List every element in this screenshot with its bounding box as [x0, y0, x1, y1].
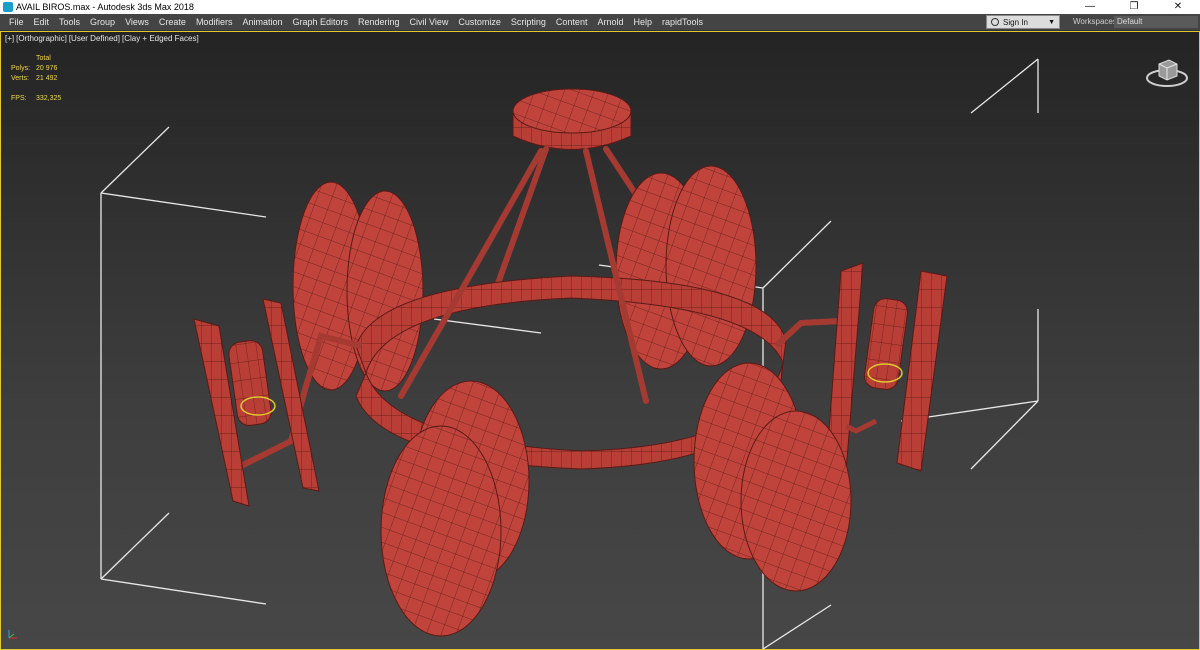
front-shade-right — [693, 362, 852, 592]
menu-items: File Edit Tools Group Views Create Modif… — [4, 14, 708, 30]
menu-group[interactable]: Group — [85, 14, 120, 30]
back-shade-right — [615, 165, 757, 370]
menu-rapidtools[interactable]: rapidTools — [657, 14, 708, 30]
sign-in-dropdown[interactable]: Sign In ▼ — [986, 15, 1060, 29]
front-rods — [398, 148, 649, 404]
viewcube-icon[interactable] — [1145, 56, 1189, 90]
sign-in-label: Sign In — [1003, 18, 1028, 27]
scene-view — [100, 58, 1039, 649]
minimize-button[interactable]: — — [1068, 0, 1112, 14]
menu-rendering[interactable]: Rendering — [353, 14, 405, 30]
menu-customize[interactable]: Customize — [453, 14, 506, 30]
chevron-down-icon: ▼ — [1048, 19, 1055, 26]
workspaces-select[interactable]: Default — [1114, 16, 1198, 28]
3ds-max-icon — [3, 2, 13, 12]
menu-content[interactable]: Content — [551, 14, 593, 30]
menu-tools[interactable]: Tools — [54, 14, 85, 30]
menu-help[interactable]: Help — [628, 14, 657, 30]
menu-edit[interactable]: Edit — [29, 14, 55, 30]
close-button[interactable]: ✕ — [1156, 0, 1200, 14]
title-bar: AVAIL BIROS.max - Autodesk 3ds Max 2018 … — [0, 0, 1200, 14]
workspaces-label: Workspaces: — [1073, 17, 1120, 26]
menu-graph-editors[interactable]: Graph Editors — [287, 14, 353, 30]
user-icon — [991, 18, 999, 26]
menu-file[interactable]: File — [4, 14, 29, 30]
menu-civil-view[interactable]: Civil View — [405, 14, 454, 30]
perspective-viewport[interactable]: [+] [Orthographic] [User Defined] [Clay … — [0, 31, 1200, 650]
top-canopy-mesh — [512, 88, 632, 150]
restore-button[interactable]: ❐ — [1112, 0, 1156, 14]
window-title: AVAIL BIROS.max - Autodesk 3ds Max 2018 — [16, 2, 194, 12]
menu-create[interactable]: Create — [154, 14, 191, 30]
menu-arnold[interactable]: Arnold — [592, 14, 628, 30]
menu-views[interactable]: Views — [120, 14, 154, 30]
axis-tripod-icon — [8, 630, 17, 639]
menu-animation[interactable]: Animation — [237, 14, 287, 30]
menu-scripting[interactable]: Scripting — [506, 14, 551, 30]
menu-bar: File Edit Tools Group Views Create Modif… — [0, 14, 1200, 31]
menu-modifiers[interactable]: Modifiers — [191, 14, 238, 30]
